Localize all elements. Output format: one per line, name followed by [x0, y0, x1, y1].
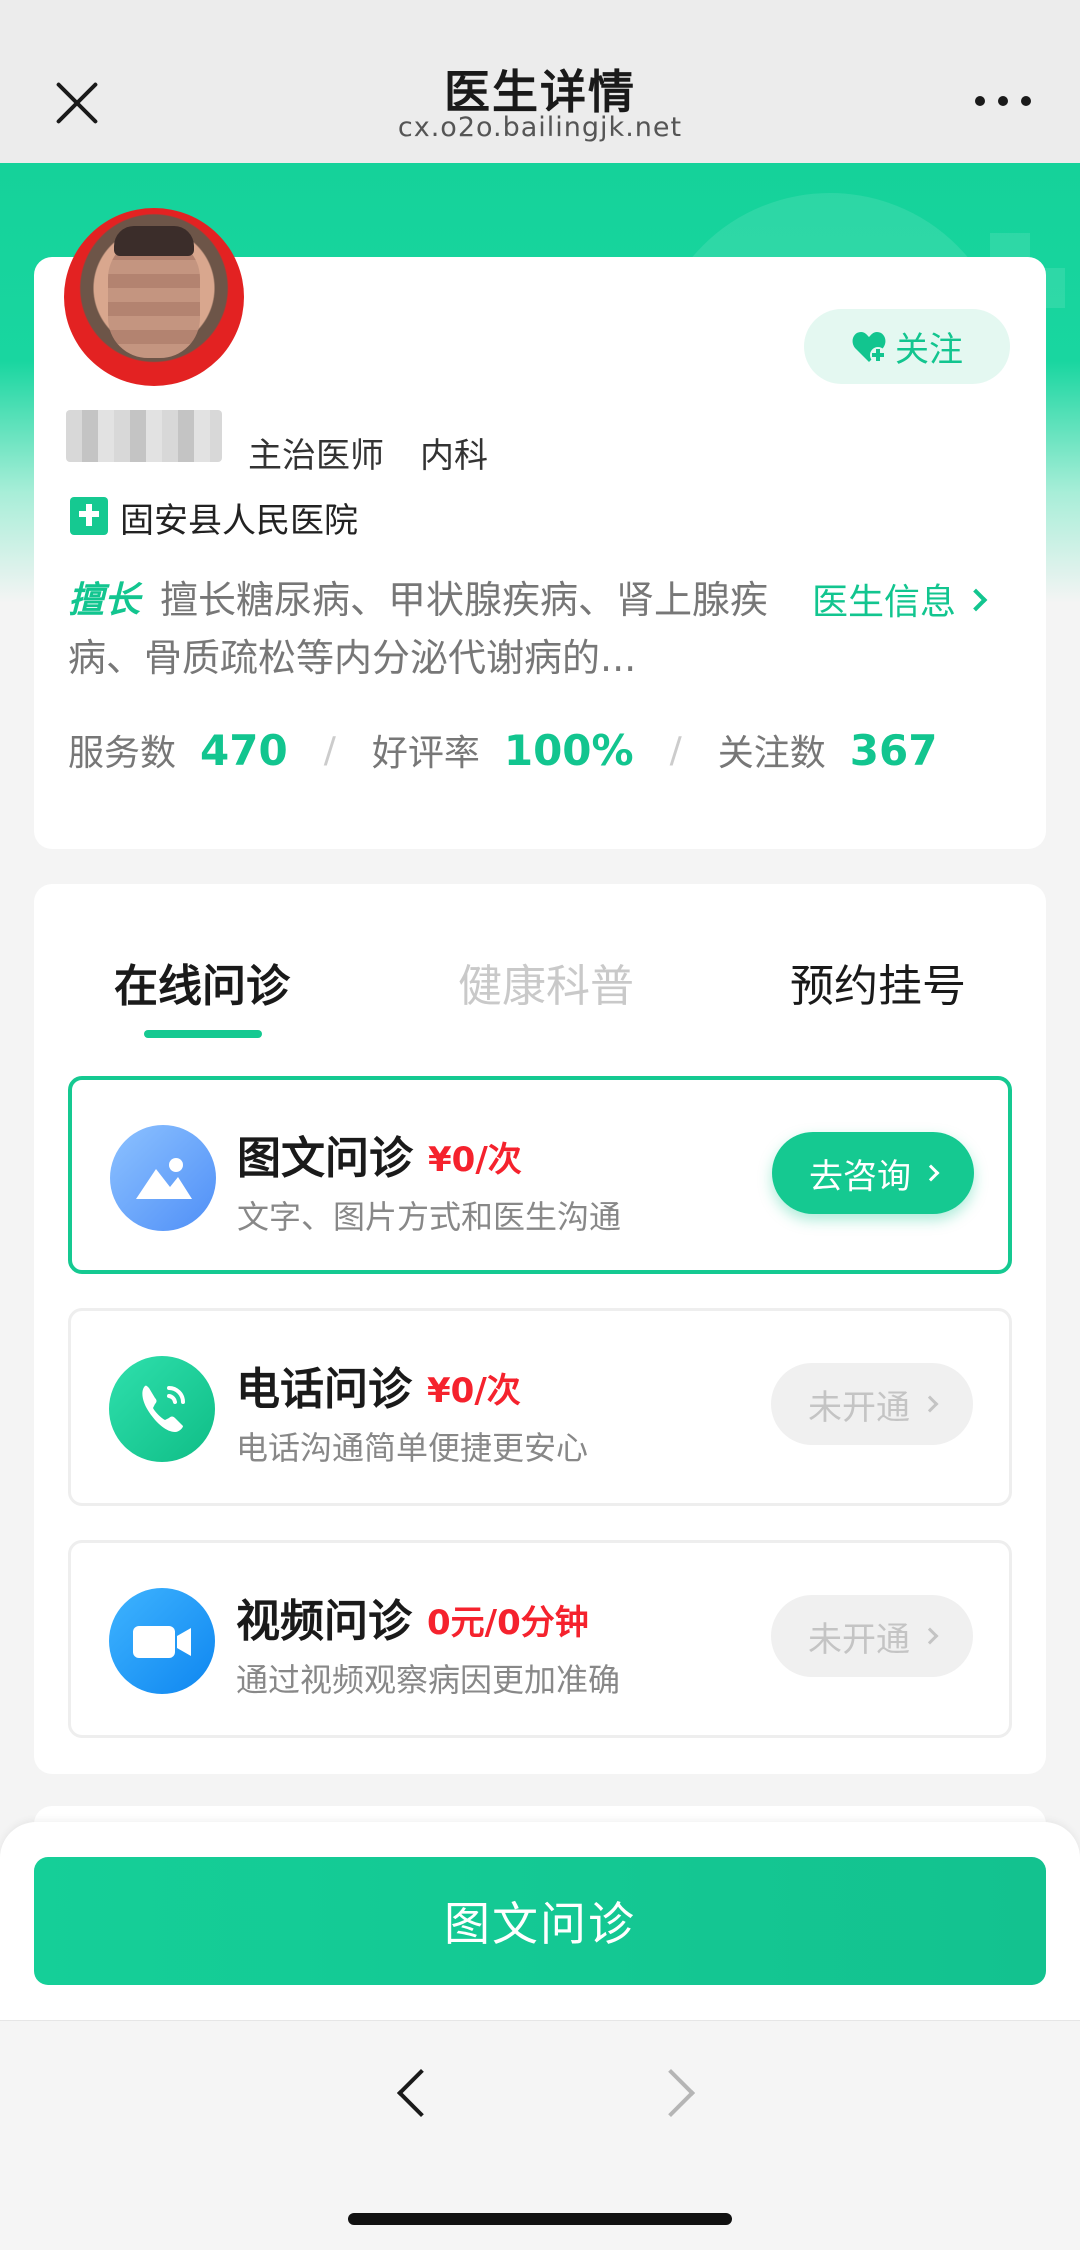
tab-online-consultation[interactable]: 在线问诊: [114, 950, 290, 1014]
back-arrow-icon[interactable]: [382, 2062, 442, 2122]
image-icon: [110, 1125, 216, 1231]
image-text-consult-button[interactable]: 图文问诊: [34, 1857, 1046, 1985]
video-icon: [109, 1588, 215, 1694]
chevron-right-icon: [921, 1627, 939, 1645]
stat-separator: /: [669, 729, 682, 771]
doctor-avatar: [64, 208, 244, 386]
hospital-icon: [70, 497, 108, 535]
rating-value: 100%: [503, 725, 634, 775]
follow-label: 关注: [895, 330, 963, 370]
service-name: 视频问诊: [236, 1596, 412, 1647]
active-tab-indicator: [144, 1030, 262, 1038]
top-navigation-bar: 医生详情 cx.o2o.bailingjk.net: [0, 0, 1080, 163]
specialty-tag: 擅长: [68, 580, 141, 621]
service-description: 电话沟通简单便捷更安心: [236, 1429, 589, 1467]
chevron-right-icon: [922, 1164, 940, 1182]
chevron-right-icon: [921, 1395, 939, 1413]
doctor-title: 主治医师: [248, 436, 384, 476]
tab-health-science[interactable]: 健康科普: [458, 950, 634, 1014]
service-item-phone[interactable]: 电话问诊 ¥0/次 电话沟通简单便捷更安心 未开通: [68, 1308, 1012, 1506]
follow-button[interactable]: 关注: [804, 309, 1010, 384]
service-price: ¥0/次: [427, 1371, 521, 1411]
service-count-label: 服务数: [68, 733, 177, 774]
phone-icon: [109, 1356, 215, 1462]
specialty-description: 擅长糖尿病、甲状腺疾病、肾上腺疾病、骨质疏松等内分泌代谢病的...: [68, 578, 769, 680]
page-url: cx.o2o.bailingjk.net: [397, 112, 683, 143]
service-description: 文字、图片方式和医生沟通: [237, 1198, 622, 1236]
followers-value: 367: [849, 725, 938, 775]
service-name: 电话问诊: [236, 1364, 412, 1415]
not-available-label: 未开通: [808, 1387, 910, 1428]
service-item-video[interactable]: 视频问诊 0元/0分钟 通过视频观察病因更加准确 未开通: [68, 1540, 1012, 1738]
tab-appointment[interactable]: 预约挂号: [790, 950, 966, 1014]
hospital-name: 固安县人民医院: [120, 501, 358, 541]
service-name: 图文问诊: [237, 1133, 413, 1184]
forward-arrow-icon[interactable]: [650, 2062, 710, 2122]
chevron-right-icon: [964, 588, 988, 612]
consult-button[interactable]: 去咨询: [772, 1132, 974, 1214]
home-indicator: [348, 2213, 732, 2225]
service-price: 0元/0分钟: [427, 1603, 589, 1643]
service-item-image-text[interactable]: 图文问诊 ¥0/次 文字、图片方式和医生沟通 去咨询: [68, 1076, 1012, 1274]
more-options-icon[interactable]: [975, 96, 1031, 110]
followers-label: 关注数: [717, 733, 826, 774]
not-available-button[interactable]: 未开通: [771, 1595, 973, 1677]
not-available-button[interactable]: 未开通: [771, 1363, 973, 1445]
doctor-name-redacted: [66, 410, 222, 462]
rating-label: 好评率: [371, 733, 480, 774]
doctor-info-link[interactable]: 医生信息: [812, 573, 988, 625]
service-description: 通过视频观察病因更加准确: [236, 1661, 621, 1699]
service-price: ¥0/次: [428, 1140, 522, 1180]
consult-button-label: 去咨询: [809, 1156, 911, 1197]
not-available-label: 未开通: [808, 1619, 910, 1660]
doctor-info-label: 医生信息: [812, 582, 957, 623]
stat-separator: /: [323, 729, 336, 771]
doctor-department: 内科: [420, 436, 488, 476]
service-count-value: 470: [200, 725, 288, 775]
heart-plus-icon: [851, 330, 887, 364]
doctor-stats: 服务数 470 / 好评率 100% / 关注数 367: [68, 720, 968, 780]
